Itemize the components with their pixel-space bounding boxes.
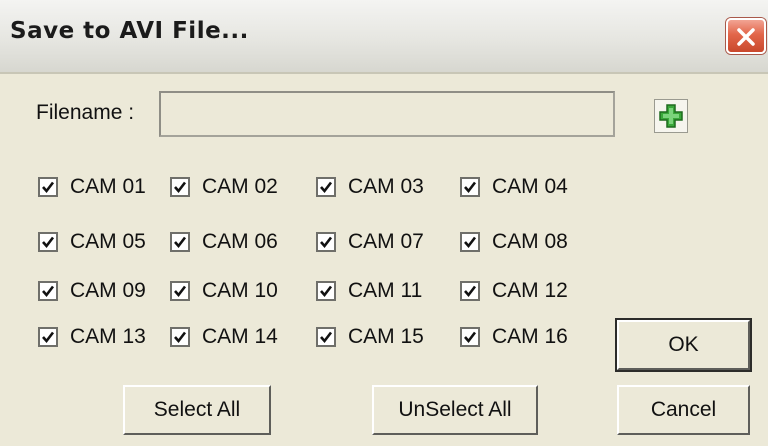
green-plus-icon	[659, 104, 683, 128]
filename-label: Filename :	[36, 101, 135, 124]
checkmark-icon	[42, 236, 55, 249]
camera-checkbox-item[interactable]: CAM 11	[316, 276, 422, 306]
camera-checkbox[interactable]	[38, 281, 58, 301]
checkmark-icon	[174, 285, 187, 298]
checkmark-icon	[320, 285, 333, 298]
checkmark-icon	[464, 236, 477, 249]
add-file-button[interactable]	[654, 99, 688, 133]
camera-checkbox-item[interactable]: CAM 01	[38, 172, 146, 202]
checkmark-icon	[42, 181, 55, 194]
checkmark-icon	[464, 285, 477, 298]
checkmark-icon	[42, 331, 55, 344]
camera-checkbox[interactable]	[316, 327, 336, 347]
camera-checkbox[interactable]	[316, 232, 336, 252]
camera-label: CAM 07	[348, 230, 424, 253]
checkmark-icon	[174, 331, 187, 344]
camera-label: CAM 15	[348, 325, 424, 348]
checkmark-icon	[320, 331, 333, 344]
camera-label: CAM 10	[202, 279, 278, 302]
camera-label: CAM 05	[70, 230, 146, 253]
camera-label: CAM 16	[492, 325, 568, 348]
camera-checkbox-item[interactable]: CAM 09	[38, 276, 146, 306]
checkmark-icon	[320, 181, 333, 194]
checkmark-icon	[42, 285, 55, 298]
camera-label: CAM 04	[492, 175, 568, 198]
camera-checkbox-item[interactable]: CAM 08	[460, 227, 568, 257]
checkmark-icon	[464, 181, 477, 194]
ok-button[interactable]: OK	[617, 320, 750, 370]
camera-label: CAM 12	[492, 279, 568, 302]
camera-label: CAM 03	[348, 175, 424, 198]
checkmark-icon	[174, 181, 187, 194]
camera-label: CAM 14	[202, 325, 278, 348]
title-bar: Save to AVI File...	[0, 0, 768, 74]
camera-label: CAM 11	[348, 279, 423, 302]
camera-label: CAM 01	[70, 175, 146, 198]
camera-checkbox-item[interactable]: CAM 04	[460, 172, 568, 202]
camera-checkbox-item[interactable]: CAM 07	[316, 227, 424, 257]
camera-checkbox-item[interactable]: CAM 14	[170, 322, 278, 352]
select-all-button[interactable]: Select All	[123, 385, 271, 435]
camera-checkbox-item[interactable]: CAM 15	[316, 322, 424, 352]
camera-checkbox[interactable]	[460, 327, 480, 347]
camera-checkbox[interactable]	[170, 177, 190, 197]
checkmark-icon	[174, 236, 187, 249]
unselect-all-button[interactable]: UnSelect All	[372, 385, 538, 435]
camera-checkbox-item[interactable]: CAM 10	[170, 276, 278, 306]
camera-checkbox[interactable]	[170, 327, 190, 347]
camera-checkbox[interactable]	[38, 327, 58, 347]
save-avi-dialog: Save to AVI File... Filename : CAM 01 CAM…	[0, 0, 768, 446]
camera-checkbox-item[interactable]: CAM 05	[38, 227, 146, 257]
camera-label: CAM 06	[202, 230, 278, 253]
camera-checkbox-item[interactable]: CAM 06	[170, 227, 278, 257]
camera-checkbox[interactable]	[38, 177, 58, 197]
camera-label: CAM 09	[70, 279, 146, 302]
window-title: Save to AVI File...	[10, 18, 249, 44]
camera-checkbox[interactable]	[170, 232, 190, 252]
camera-checkbox-item[interactable]: CAM 16	[460, 322, 568, 352]
camera-checkbox[interactable]	[170, 281, 190, 301]
checkmark-icon	[320, 236, 333, 249]
camera-checkbox[interactable]	[38, 232, 58, 252]
camera-label: CAM 13	[70, 325, 146, 348]
camera-checkbox[interactable]	[316, 177, 336, 197]
camera-label: CAM 08	[492, 230, 568, 253]
cancel-button[interactable]: Cancel	[617, 385, 750, 435]
camera-checkbox[interactable]	[460, 281, 480, 301]
camera-checkbox[interactable]	[316, 281, 336, 301]
camera-checkbox[interactable]	[460, 177, 480, 197]
camera-checkbox-item[interactable]: CAM 02	[170, 172, 278, 202]
camera-checkbox-item[interactable]: CAM 03	[316, 172, 424, 202]
close-button[interactable]	[726, 18, 766, 54]
camera-checkbox[interactable]	[460, 232, 480, 252]
camera-checkbox-item[interactable]: CAM 12	[460, 276, 568, 306]
checkmark-icon	[464, 331, 477, 344]
close-icon	[737, 28, 755, 46]
camera-label: CAM 02	[202, 175, 278, 198]
camera-checkbox-item[interactable]: CAM 13	[38, 322, 146, 352]
filename-field[interactable]	[159, 91, 615, 137]
